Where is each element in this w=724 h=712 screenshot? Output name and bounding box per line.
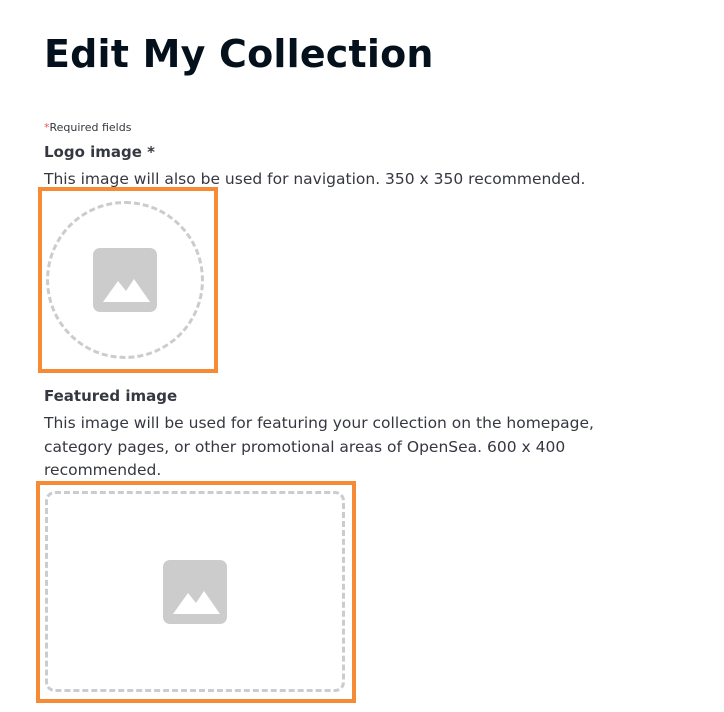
page-title: Edit My Collection: [44, 32, 434, 76]
featured-image-label: Featured image: [44, 387, 178, 405]
featured-image-description: This image will be used for featuring yo…: [44, 414, 594, 479]
logo-image-dropzone[interactable]: [46, 201, 204, 359]
edit-collection-page: Edit My Collection *Required fields Logo…: [0, 0, 724, 712]
featured-image-dropzone[interactable]: [45, 491, 345, 692]
required-fields-note: *Required fields: [44, 121, 131, 135]
image-icon: [93, 248, 157, 312]
required-fields-text: Required fields: [49, 121, 132, 134]
logo-image-label: Logo image *: [44, 143, 155, 161]
image-icon: [163, 560, 227, 624]
